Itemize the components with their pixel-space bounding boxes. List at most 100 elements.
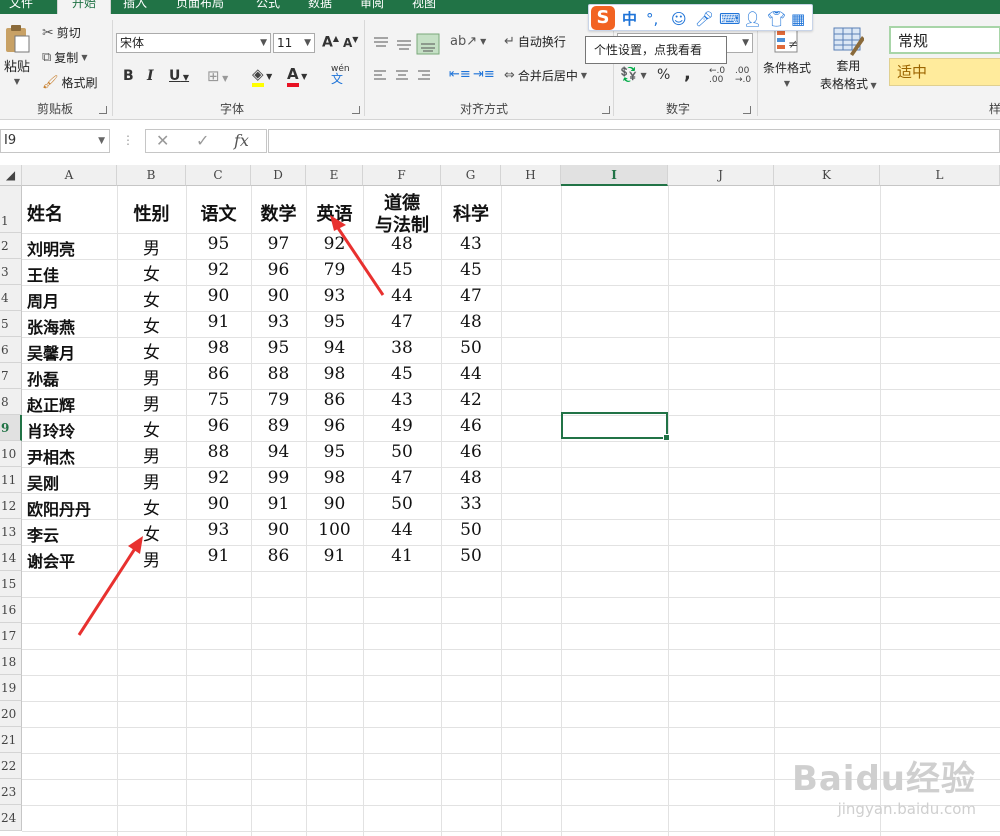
chevron-down-icon: ▼ — [742, 38, 749, 48]
drag-handle-icon[interactable]: ⋮ — [122, 133, 134, 147]
tab-page-layout[interactable]: 页面布局 — [176, 0, 236, 14]
ime-mode-toggle[interactable]: 中 — [622, 8, 637, 29]
increase-decimal-icon: ←.0.00 — [709, 66, 726, 85]
bold-button[interactable]: B — [123, 68, 134, 84]
tab-file[interactable]: 文件 — [0, 0, 50, 14]
clipboard-launcher-icon[interactable] — [99, 106, 107, 114]
keyboard-icon[interactable]: ⌨ — [719, 10, 741, 28]
currency-icon: 💱 — [620, 67, 638, 83]
conditional-format-button[interactable]: ≠ 条件格式 ▼ — [763, 26, 811, 88]
tab-insert[interactable]: 插入 — [123, 0, 163, 14]
paste-icon — [6, 25, 30, 53]
wrap-text-icon: ↵ — [504, 34, 515, 49]
watermark-url: jingyan.baidu.com — [837, 800, 976, 818]
toolbox-icon[interactable]: ▦ — [791, 10, 805, 28]
decrease-decimal-icon: .00 →.0 — [735, 66, 752, 85]
text-orientation-icon: ab↗ — [450, 34, 478, 49]
clipboard-group-label: 剪贴板 — [36, 102, 73, 116]
copy-dropdown-icon: ▼ — [81, 53, 88, 62]
paste-button[interactable]: 粘贴 ▼ — [3, 24, 31, 86]
ime-tooltip: 个性设置，点我看看 — [585, 36, 727, 64]
phonetic-button[interactable]: wén 文 — [331, 64, 350, 86]
chevron-down-icon: ▼ — [180, 73, 190, 82]
outdent-icon: ⇤≡ — [449, 67, 471, 82]
ime-toolbar[interactable]: S 中 °, ☺ 🎤︎ ⌨ 👤︎ 👕︎ ▦ — [588, 4, 813, 31]
font-color-button[interactable]: A ▼ — [287, 65, 307, 87]
microphone-icon[interactable]: 🎤︎ — [695, 10, 714, 28]
increase-decimal-button[interactable]: ←.0.00 — [709, 67, 725, 85]
user-icon[interactable]: 👤︎ — [743, 10, 762, 28]
horizontal-align-buttons[interactable] — [372, 68, 436, 84]
arrow-to-english-column — [330, 215, 385, 296]
percent-button[interactable]: % — [657, 67, 670, 83]
copy-button[interactable]: ⧉ 复制 ▼ — [42, 49, 87, 66]
decrease-decimal-button[interactable]: .00 →.0 — [735, 67, 751, 85]
cancel-icon[interactable]: ✕ — [156, 131, 169, 150]
paint-bucket-icon: ◈ — [252, 65, 264, 87]
font-size-select[interactable]: 11 ▼ — [273, 33, 315, 53]
cell-style-neutral[interactable]: 适中 — [889, 58, 1000, 86]
font-name-select[interactable]: 宋体 ▼ — [116, 33, 271, 53]
comma-button[interactable]: , — [684, 63, 691, 84]
formula-bar: I9 ▼ ⋮ ✕ ✓ fx — [0, 121, 1000, 165]
formula-buttons: ✕ ✓ fx — [145, 129, 267, 153]
accounting-format-button[interactable]: 💱 ▼ — [620, 67, 647, 83]
arrow-to-gender-column — [77, 536, 143, 636]
chevron-down-icon: ▼ — [304, 38, 311, 48]
border-button[interactable]: ⊞ ▼ — [207, 67, 228, 85]
formula-input[interactable] — [268, 129, 1000, 153]
spreadsheet-grid[interactable]: ◢ ABCDEFGHIJKL 1 2 3 4 5 6 7 8 9 10 11 12 13 14 15 16 17… — [0, 165, 1000, 836]
chevron-down-icon: ▼ — [98, 136, 105, 146]
phonetic-icon: 文 — [331, 72, 344, 86]
indent-icon: ⇥≡ — [473, 67, 495, 82]
underline-button[interactable]: U ▼ — [169, 68, 189, 84]
watermark-brand: Baidu经验 — [791, 759, 976, 799]
format-painter-button[interactable]: 🖌 格式刷 — [42, 74, 98, 91]
italic-button[interactable]: I — [147, 68, 154, 84]
chevron-down-icon: ▼ — [260, 38, 267, 48]
format-as-table-button[interactable]: 套用 表格格式 ▼ — [820, 26, 877, 92]
paste-dropdown-icon: ▼ — [13, 77, 21, 86]
cell-style-normal[interactable]: 常规 — [889, 26, 1000, 54]
shrink-font-button[interactable]: A▼ — [343, 35, 358, 50]
tab-formulas[interactable]: 公式 — [256, 0, 292, 14]
alignment-group-label: 对齐方式 — [459, 102, 508, 116]
increase-indent-button[interactable]: ⇥≡ — [473, 67, 495, 82]
font-launcher-icon[interactable] — [352, 106, 360, 114]
grow-font-button[interactable]: A▲ — [322, 34, 339, 51]
svg-text:≠: ≠ — [788, 37, 798, 51]
number-group-label: 数字 — [665, 102, 690, 116]
name-box[interactable]: I9 ▼ — [0, 129, 110, 153]
emoji-icon[interactable]: ☺ — [671, 10, 687, 28]
merge-center-button[interactable]: ⇔ 合并后居中 ▼ — [504, 67, 587, 84]
brush-icon: 🖌 — [42, 75, 59, 90]
fill-color-button[interactable]: ◈ ▼ — [252, 65, 272, 87]
alignment-launcher-icon[interactable] — [602, 106, 610, 114]
decrease-indent-button[interactable]: ⇤≡ — [449, 67, 471, 82]
group-divider — [757, 20, 758, 116]
ribbon: 粘贴 ▼ ✂ 剪切 ⧉ 复制 ▼ 🖌 格式刷 剪贴板 宋体 ▼ 11 ▼ A▲ A▼ B I… — [0, 14, 1000, 120]
cut-button[interactable]: ✂ 剪切 — [42, 24, 81, 41]
insert-function-icon[interactable]: fx — [234, 131, 249, 150]
punctuation-icon[interactable]: °, — [646, 10, 658, 28]
tab-review[interactable]: 审阅 — [360, 0, 396, 14]
enter-icon[interactable]: ✓ — [196, 131, 209, 150]
wrap-text-button[interactable]: ↵ 自动换行 — [504, 33, 566, 50]
styles-group-label: 样 — [988, 102, 1000, 116]
ribbon-tab-bar: 文件 开始 插入 页面布局 公式 数据 审阅 视图 — [0, 0, 1000, 14]
orientation-button[interactable]: ab↗ ▼ — [450, 34, 486, 49]
font-group-label: 字体 — [219, 102, 244, 116]
merge-icon: ⇔ — [504, 68, 515, 83]
tab-view[interactable]: 视图 — [412, 0, 448, 14]
number-launcher-icon[interactable] — [743, 106, 751, 114]
tab-home[interactable]: 开始 — [57, 0, 111, 14]
table-format-icon — [833, 27, 865, 56]
copy-icon: ⧉ — [42, 50, 52, 65]
tab-data[interactable]: 数据 — [308, 0, 344, 14]
scissors-icon: ✂ — [42, 24, 54, 41]
vertical-align-buttons[interactable] — [372, 33, 442, 55]
border-icon: ⊞ — [207, 67, 220, 85]
baidu-watermark: Baidu经验 jingyan.baidu.com — [792, 751, 976, 818]
sogou-logo-icon[interactable]: S — [591, 6, 615, 30]
skin-icon[interactable]: 👕︎ — [767, 10, 786, 28]
